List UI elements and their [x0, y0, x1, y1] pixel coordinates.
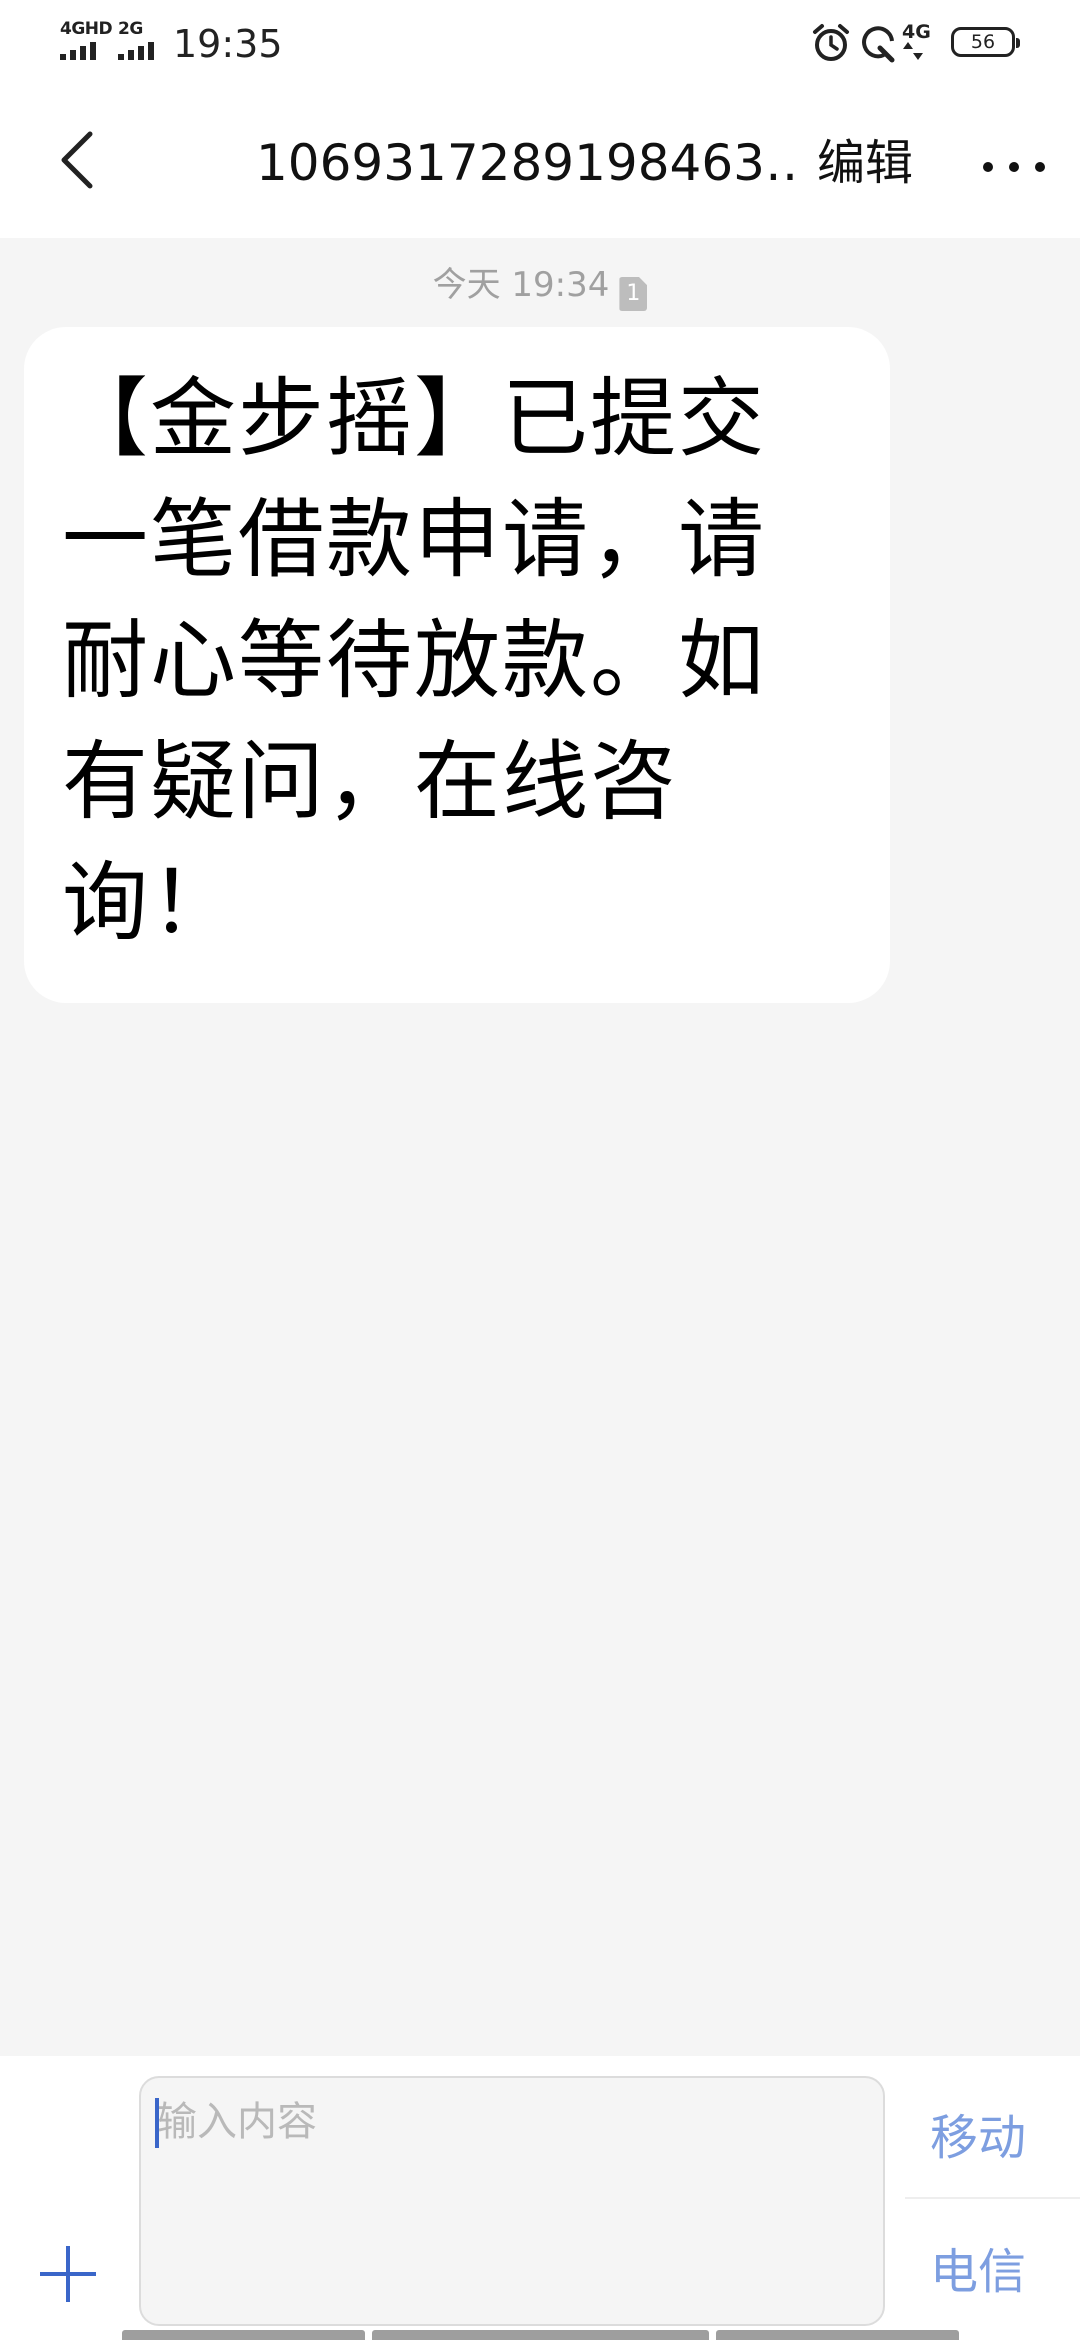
send-button-sim1[interactable]: 移动: [930, 2108, 1026, 2168]
sim-card-icon: 1: [619, 277, 648, 311]
add-icon[interactable]: [35, 2240, 101, 2306]
message-timestamp: 今天 19:34 1: [0, 260, 1080, 311]
sim2-signal-icon: 2G: [118, 20, 154, 60]
sim2-network-label: 2G: [118, 19, 143, 39]
message-composer: 输入内容 移动 电信: [0, 2056, 1080, 2340]
message-input[interactable]: 输入内容: [139, 2076, 885, 2326]
bottom-strip-segment: [122, 2330, 365, 2340]
contact-number-title[interactable]: 1069317289198463…: [256, 128, 796, 198]
alarm-icon: [813, 24, 849, 61]
battery-level: 56: [970, 31, 996, 53]
edit-button[interactable]: 编辑: [817, 128, 913, 198]
timestamp-text: 今天 19:34: [432, 265, 610, 305]
bottom-strip-segment: [372, 2330, 709, 2340]
sim1-signal-icon: 4GHD: [60, 19, 113, 60]
battery-icon: 56: [951, 27, 1020, 57]
status-time: 19:35: [173, 22, 283, 66]
status-bar: 4GHD 2G 19:35 4G 56: [0, 0, 1080, 90]
data-saver-icon: [862, 26, 895, 63]
message-text: 【金步摇】已提交一笔借款申请，请耐心等待放款。如有疑问，在线咨询！: [62, 369, 766, 953]
network-4g-label: 4G: [902, 21, 931, 43]
incoming-message-bubble[interactable]: 【金步摇】已提交一笔借款申请，请耐心等待放款。如有疑问，在线咨询！: [24, 327, 890, 1003]
sim1-network-label: 4GHD: [60, 19, 113, 39]
input-placeholder: 输入内容: [157, 2099, 317, 2145]
send-button-sim2[interactable]: 电信: [930, 2242, 1026, 2302]
network-4g-icon: 4G: [902, 22, 942, 64]
conversation-header: 1069317289198463… 编辑: [0, 90, 1080, 238]
send-divider: [905, 2197, 1080, 2199]
bottom-strip-segment: [716, 2330, 959, 2340]
back-icon[interactable]: [40, 120, 120, 200]
more-icon[interactable]: [975, 130, 1055, 200]
text-caret: [155, 2098, 159, 2148]
